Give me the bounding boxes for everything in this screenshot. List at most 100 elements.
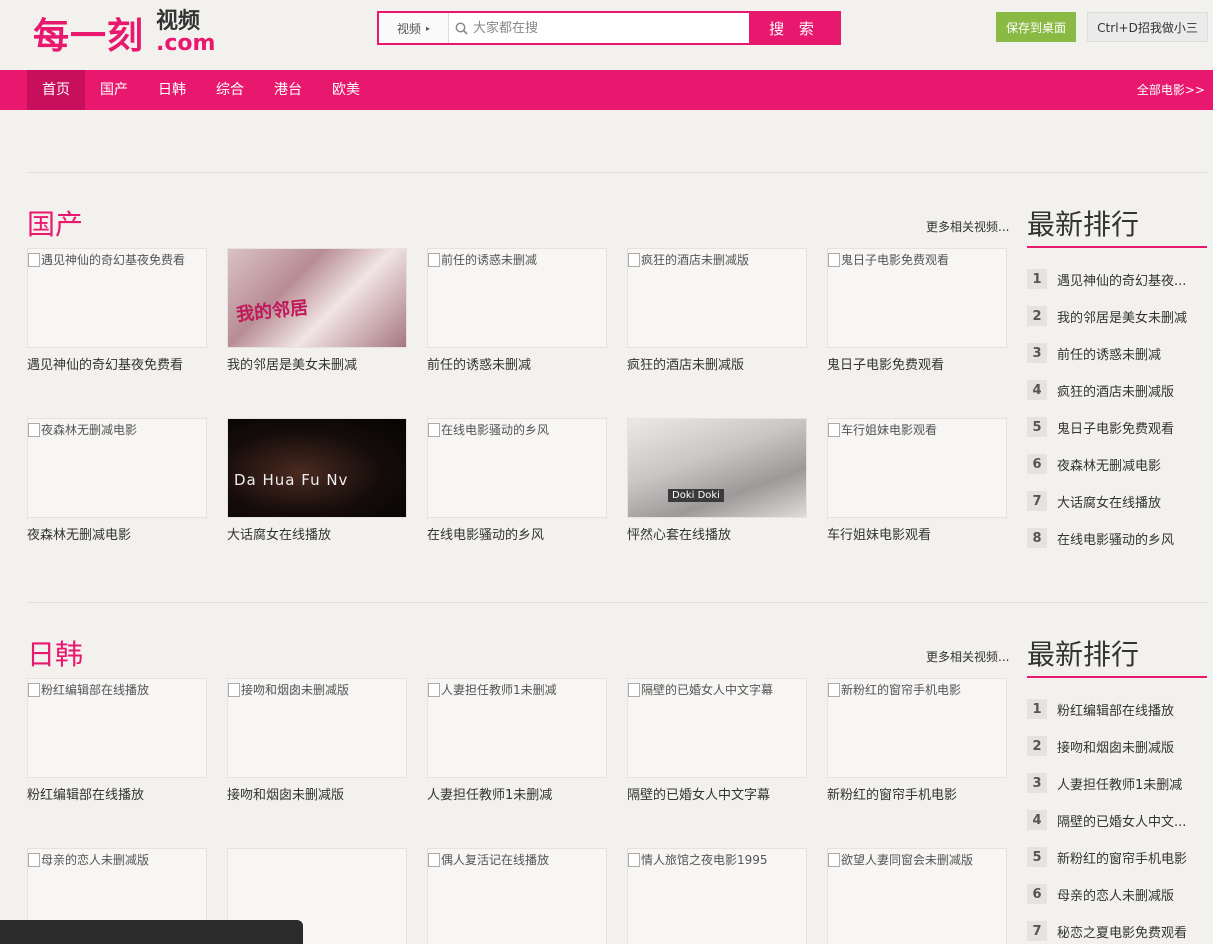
rank-title[interactable]: 母亲的恋人未删减版 [1057,885,1207,904]
video-title[interactable]: 怦然心套在线播放 [627,524,807,543]
rank-title[interactable]: 接吻和烟囱未删减版 [1057,737,1207,756]
video-card[interactable]: 疯狂的酒店未删减版 疯狂的酒店未删减版 [627,248,807,373]
more-videos-link[interactable]: 更多相关视频... [926,648,1009,665]
video-thumbnail[interactable]: 鬼日子电影免费观看 [827,248,1007,348]
video-thumbnail[interactable]: Da Hua Fu Nv [227,418,407,518]
video-card[interactable]: 情人旅馆之夜电影1995 [627,848,807,944]
video-thumbnail[interactable]: 我的邻居 [227,248,407,348]
video-thumbnail[interactable]: 人妻担任教师1未删减 [427,678,607,778]
ranking-item[interactable]: 6 母亲的恋人未删减版 [1027,883,1207,905]
rank-title[interactable]: 粉红编辑部在线播放 [1057,700,1207,719]
video-card[interactable]: 隔壁的已婚女人中文字幕 隔壁的已婚女人中文字幕 [627,678,807,803]
video-title[interactable]: 前任的诱惑未删减 [427,354,607,373]
video-thumbnail[interactable]: 疯狂的酒店未删减版 [627,248,807,348]
nav-item-home[interactable]: 首页 [27,70,85,110]
ranking-item[interactable]: 1 粉红编辑部在线播放 [1027,698,1207,720]
ranking-item[interactable]: 4 隔壁的已婚女人中文... [1027,809,1207,831]
ranking-item[interactable]: 5 新粉红的窗帘手机电影 [1027,846,1207,868]
rank-number: 7 [1027,491,1047,511]
rank-title[interactable]: 遇见神仙的奇幻基夜... [1057,270,1207,289]
rank-title[interactable]: 疯狂的酒店未删减版 [1057,381,1207,400]
ranking-item[interactable]: 7 大话腐女在线播放 [1027,490,1207,512]
rank-title[interactable]: 新粉红的窗帘手机电影 [1057,848,1207,867]
ranking-item[interactable]: 4 疯狂的酒店未删减版 [1027,379,1207,401]
rank-title[interactable]: 人妻担任教师1未删减 [1057,774,1207,793]
rank-title[interactable]: 隔壁的已婚女人中文... [1057,811,1207,830]
save-to-desktop-button[interactable]: 保存到桌面 [996,12,1076,42]
ranking-item[interactable]: 5 鬼日子电影免费观看 [1027,416,1207,438]
video-title[interactable]: 夜森林无删减电影 [27,524,207,543]
video-thumbnail[interactable]: 在线电影骚动的乡风 [427,418,607,518]
nav-item-domestic[interactable]: 国产 [85,70,143,110]
search-category-select[interactable]: 视频 ▸ [379,13,449,43]
video-card[interactable]: Doki Doki 怦然心套在线播放 [627,418,807,543]
site-logo[interactable]: 每一刻 视频 .com [33,10,215,58]
video-title[interactable]: 在线电影骚动的乡风 [427,524,607,543]
video-title[interactable]: 粉红编辑部在线播放 [27,784,207,803]
rank-title[interactable]: 在线电影骚动的乡风 [1057,529,1207,548]
nav-item-hk-tw[interactable]: 港台 [259,70,317,110]
video-card[interactable]: 人妻担任教师1未删减 人妻担任教师1未删减 [427,678,607,803]
ranking-item[interactable]: 2 接吻和烟囱未删减版 [1027,735,1207,757]
video-card[interactable]: 前任的诱惑未删减 前任的诱惑未删减 [427,248,607,373]
video-thumbnail[interactable]: 夜森林无删减电影 [27,418,207,518]
ranking-item[interactable]: 6 夜森林无删减电影 [1027,453,1207,475]
rank-title[interactable]: 大话腐女在线播放 [1057,492,1207,511]
video-title[interactable]: 遇见神仙的奇幻基夜免费看 [27,354,207,373]
video-thumbnail[interactable]: 隔壁的已婚女人中文字幕 [627,678,807,778]
video-title[interactable]: 疯狂的酒店未删减版 [627,354,807,373]
broken-image-icon: 情人旅馆之夜电影1995 [628,851,768,868]
video-title[interactable]: 大话腐女在线播放 [227,524,407,543]
rank-title[interactable]: 鬼日子电影免费观看 [1057,418,1207,437]
search-button[interactable]: 搜 索 [749,13,839,43]
broken-image-icon: 遇见神仙的奇幻基夜免费看 [28,251,185,268]
video-thumbnail[interactable]: 前任的诱惑未删减 [427,248,607,348]
ranking-item[interactable]: 7 秘恋之夏电影免费观看 [1027,920,1207,942]
ranking-item[interactable]: 8 在线电影骚动的乡风 [1027,527,1207,549]
nav-item-general[interactable]: 综合 [201,70,259,110]
video-thumbnail[interactable]: 车行姐妹电影观看 [827,418,1007,518]
video-thumbnail[interactable]: 情人旅馆之夜电影1995 [627,848,807,944]
video-card[interactable]: 遇见神仙的奇幻基夜免费看 遇见神仙的奇幻基夜免费看 [27,248,207,373]
nav-item-japan-korea[interactable]: 日韩 [143,70,201,110]
all-movies-link[interactable]: 全部电影>> [1137,70,1205,110]
video-card[interactable]: 偶人复活记在线播放 [427,848,607,944]
video-card[interactable]: Da Hua Fu Nv 大话腐女在线播放 [227,418,407,543]
rank-title[interactable]: 我的邻居是美女未删减 [1057,307,1207,326]
bookmark-button[interactable]: Ctrl+D招我做小三 [1087,12,1208,42]
video-title[interactable]: 车行姐妹电影观看 [827,524,1007,543]
ranking-item[interactable]: 3 人妻担任教师1未删减 [1027,772,1207,794]
video-title[interactable]: 鬼日子电影免费观看 [827,354,1007,373]
video-thumbnail[interactable]: 粉红编辑部在线播放 [27,678,207,778]
video-card[interactable]: 鬼日子电影免费观看 鬼日子电影免费观看 [827,248,1007,373]
video-title[interactable]: 人妻担任教师1未删减 [427,784,607,803]
rank-title[interactable]: 前任的诱惑未删减 [1057,344,1207,363]
video-thumbnail[interactable]: 遇见神仙的奇幻基夜免费看 [27,248,207,348]
video-title[interactable]: 我的邻居是美女未删减 [227,354,407,373]
video-thumbnail[interactable]: Doki Doki [627,418,807,518]
video-title[interactable]: 隔壁的已婚女人中文字幕 [627,784,807,803]
ranking-item[interactable]: 3 前任的诱惑未删减 [1027,342,1207,364]
video-title[interactable]: 新粉红的窗帘手机电影 [827,784,1007,803]
video-card[interactable]: 夜森林无删减电影 夜森林无删减电影 [27,418,207,543]
video-card[interactable]: 粉红编辑部在线播放 粉红编辑部在线播放 [27,678,207,803]
video-card[interactable]: 接吻和烟囱未删减版 接吻和烟囱未删减版 [227,678,407,803]
video-title[interactable]: 接吻和烟囱未删减版 [227,784,407,803]
video-card[interactable]: 车行姐妹电影观看 车行姐妹电影观看 [827,418,1007,543]
search-input[interactable] [473,13,749,43]
video-thumbnail[interactable]: 接吻和烟囱未删减版 [227,678,407,778]
video-thumbnail[interactable]: 偶人复活记在线播放 [427,848,607,944]
more-videos-link[interactable]: 更多相关视频... [926,218,1009,235]
ranking-item[interactable]: 1 遇见神仙的奇幻基夜... [1027,268,1207,290]
video-thumbnail[interactable]: 新粉红的窗帘手机电影 [827,678,1007,778]
video-thumbnail[interactable]: 欲望人妻同窗会未删减版 [827,848,1007,944]
video-card[interactable]: 欲望人妻同窗会未删减版 [827,848,1007,944]
nav-item-western[interactable]: 欧美 [317,70,375,110]
rank-title[interactable]: 夜森林无删减电影 [1057,455,1207,474]
rank-title[interactable]: 秘恋之夏电影免费观看 [1057,922,1207,941]
ranking-item[interactable]: 2 我的邻居是美女未删减 [1027,305,1207,327]
floating-bottom-bar[interactable] [0,920,303,944]
video-card[interactable]: 我的邻居 我的邻居是美女未删减 [227,248,407,373]
video-card[interactable]: 新粉红的窗帘手机电影 新粉红的窗帘手机电影 [827,678,1007,803]
video-card[interactable]: 在线电影骚动的乡风 在线电影骚动的乡风 [427,418,607,543]
